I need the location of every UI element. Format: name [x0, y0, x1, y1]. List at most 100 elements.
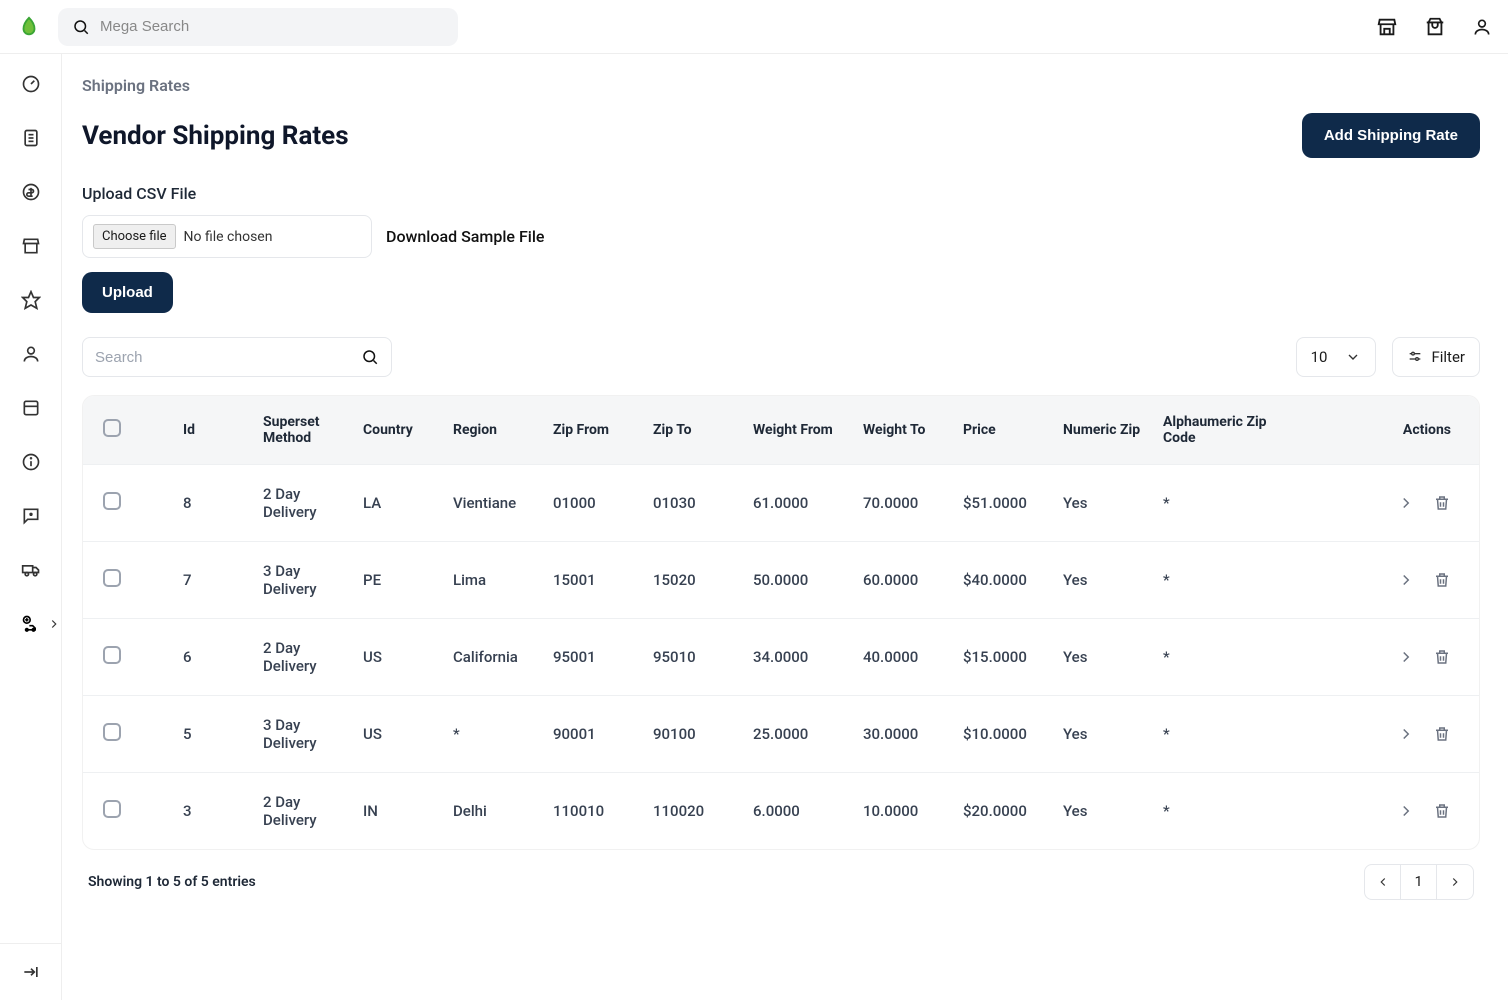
table-row: 3 2 Day Delivery IN Delhi 110010 110020 …	[83, 772, 1479, 849]
row-checkbox[interactable]	[103, 800, 121, 818]
table-header: Id Superset Method Country Region Zip Fr…	[83, 396, 1479, 464]
cell-price: $20.0000	[963, 802, 1063, 820]
cell-region: Vientiane	[453, 494, 553, 512]
row-checkbox[interactable]	[103, 492, 121, 510]
logo[interactable]	[14, 12, 44, 42]
sidebar	[0, 54, 62, 1000]
cell-region: *	[453, 725, 553, 743]
sidebar-dashboard-icon[interactable]	[21, 74, 41, 94]
filter-button[interactable]: Filter	[1392, 337, 1480, 377]
breadcrumb: Shipping Rates	[82, 76, 1480, 95]
cell-weight-from: 34.0000	[753, 648, 863, 666]
download-sample-link[interactable]: Download Sample File	[386, 227, 544, 246]
row-view-icon[interactable]	[1397, 494, 1415, 512]
table-row: 8 2 Day Delivery LA Vientiane 01000 0103…	[83, 464, 1479, 541]
sidebar-star-icon[interactable]	[21, 290, 41, 310]
cell-zip-to: 01030	[653, 494, 753, 512]
search-icon	[361, 348, 379, 366]
cell-zip-from: 110010	[553, 802, 653, 820]
cell-country: LA	[363, 494, 453, 512]
search-box[interactable]	[82, 337, 392, 377]
row-view-icon[interactable]	[1397, 648, 1415, 666]
choose-file-button[interactable]: Choose file	[93, 224, 176, 249]
showing-text: Showing 1 to 5 of 5 entries	[88, 874, 256, 890]
cell-weight-to: 30.0000	[863, 725, 963, 743]
sidebar-collapse[interactable]	[0, 943, 61, 1000]
market-icon[interactable]	[1424, 16, 1446, 38]
row-delete-icon[interactable]	[1433, 494, 1451, 512]
col-region: Region	[453, 422, 553, 438]
row-delete-icon[interactable]	[1433, 802, 1451, 820]
search-input[interactable]	[95, 349, 361, 366]
cell-weight-to: 10.0000	[863, 802, 963, 820]
sidebar-orders-icon[interactable]	[21, 128, 41, 148]
cell-numeric-zip: Yes	[1063, 725, 1163, 743]
cell-zip-from: 90001	[553, 725, 653, 743]
cell-zip-from: 01000	[553, 494, 653, 512]
row-delete-icon[interactable]	[1433, 648, 1451, 666]
col-weight-from: Weight From	[753, 422, 863, 438]
cell-zip-from: 95001	[553, 648, 653, 666]
row-view-icon[interactable]	[1397, 725, 1415, 743]
chevron-right-icon	[47, 617, 61, 631]
mega-search-input[interactable]	[100, 18, 444, 35]
mega-search[interactable]	[58, 8, 458, 46]
chevron-down-icon	[1345, 349, 1361, 365]
sidebar-chat-icon[interactable]	[21, 506, 41, 526]
page-current[interactable]: 1	[1401, 865, 1437, 899]
col-zip-from: Zip From	[553, 422, 653, 438]
cell-method: 2 Day Delivery	[263, 639, 363, 675]
page-prev[interactable]	[1365, 865, 1401, 899]
add-shipping-rate-button[interactable]: Add Shipping Rate	[1302, 113, 1480, 158]
page-size-value: 10	[1311, 348, 1328, 366]
cell-weight-from: 50.0000	[753, 571, 863, 589]
upload-csv-label: Upload CSV File	[82, 184, 1480, 203]
sidebar-info-icon[interactable]	[21, 452, 41, 472]
cell-country: PE	[363, 571, 453, 589]
cell-zip-to: 15020	[653, 571, 753, 589]
sidebar-box-icon[interactable]	[21, 398, 41, 418]
row-checkbox[interactable]	[103, 646, 121, 664]
page-next[interactable]	[1437, 865, 1473, 899]
sidebar-shipping-icon[interactable]	[21, 614, 41, 634]
cell-numeric-zip: Yes	[1063, 571, 1163, 589]
cell-price: $40.0000	[963, 571, 1063, 589]
cell-region: Delhi	[453, 802, 553, 820]
sidebar-person-icon[interactable]	[21, 344, 41, 364]
page-size-select[interactable]: 10	[1296, 337, 1377, 377]
cell-numeric-zip: Yes	[1063, 494, 1163, 512]
row-delete-icon[interactable]	[1433, 725, 1451, 743]
cell-zip-to: 95010	[653, 648, 753, 666]
filter-label: Filter	[1431, 348, 1465, 366]
row-checkbox[interactable]	[103, 569, 121, 587]
cell-alpha-zip: *	[1163, 802, 1283, 820]
file-input[interactable]: Choose file No file chosen	[82, 215, 372, 258]
cell-weight-to: 60.0000	[863, 571, 963, 589]
cell-country: IN	[363, 802, 453, 820]
select-all-checkbox[interactable]	[103, 419, 121, 437]
row-delete-icon[interactable]	[1433, 571, 1451, 589]
cell-numeric-zip: Yes	[1063, 648, 1163, 666]
sidebar-store-icon[interactable]	[21, 236, 41, 256]
sidebar-money-icon[interactable]	[21, 182, 41, 202]
filter-icon	[1407, 349, 1423, 365]
row-view-icon[interactable]	[1397, 571, 1415, 589]
cell-alpha-zip: *	[1163, 571, 1283, 589]
cell-id: 3	[183, 802, 263, 820]
cell-weight-to: 40.0000	[863, 648, 963, 666]
table-row: 7 3 Day Delivery PE Lima 15001 15020 50.…	[83, 541, 1479, 618]
storefront-icon[interactable]	[1376, 16, 1398, 38]
row-view-icon[interactable]	[1397, 802, 1415, 820]
cell-price: $15.0000	[963, 648, 1063, 666]
cell-alpha-zip: *	[1163, 725, 1283, 743]
sidebar-truck-icon[interactable]	[21, 560, 41, 580]
upload-button[interactable]: Upload	[82, 272, 173, 313]
user-icon[interactable]	[1472, 17, 1492, 37]
topbar-right	[1376, 16, 1492, 38]
cell-price: $51.0000	[963, 494, 1063, 512]
row-checkbox[interactable]	[103, 723, 121, 741]
table-row: 6 2 Day Delivery US California 95001 950…	[83, 618, 1479, 695]
cell-price: $10.0000	[963, 725, 1063, 743]
col-country: Country	[363, 422, 453, 438]
file-status: No file chosen	[184, 229, 273, 245]
